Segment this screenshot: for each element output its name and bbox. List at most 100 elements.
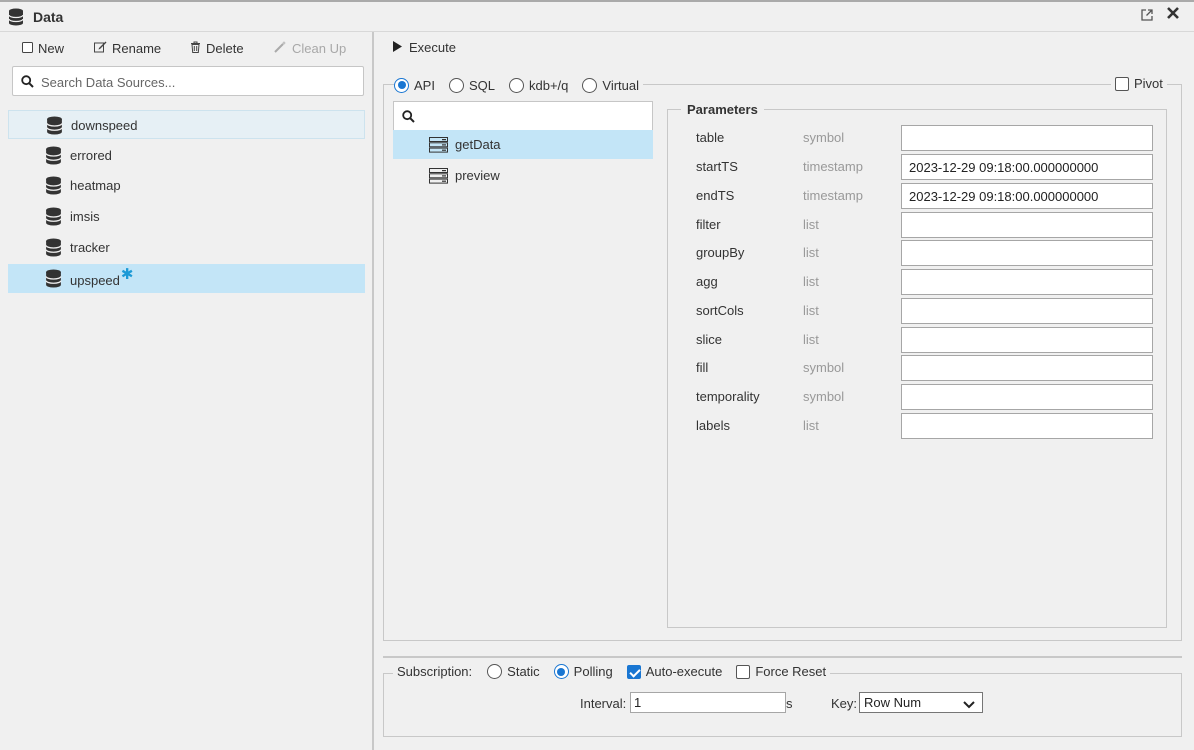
close-icon[interactable] [1166, 6, 1180, 25]
param-value-input[interactable] [901, 413, 1153, 439]
param-value-input[interactable] [901, 125, 1153, 151]
mode-api-radio[interactable]: API [394, 77, 435, 93]
server-icon [429, 137, 448, 156]
param-name: fill [696, 360, 709, 375]
key-label: Key: [831, 696, 858, 711]
magic-wand-icon [274, 41, 287, 56]
mode-label: kdb+/q [528, 77, 569, 93]
param-name: table [696, 130, 725, 145]
api-search-input[interactable] [422, 107, 647, 127]
mode-sql-radio[interactable]: SQL [448, 77, 495, 93]
data-source-item[interactable]: heatmap [8, 171, 365, 200]
param-name: temporality [696, 389, 760, 404]
search-data-sources [12, 66, 364, 96]
param-name: groupBy [696, 245, 745, 260]
param-value-input[interactable] [901, 298, 1153, 324]
interval-input[interactable]: 1 [630, 692, 786, 713]
delete-button-label: Delete [206, 41, 244, 56]
api-list-item[interactable]: getData [393, 130, 653, 159]
param-value-input[interactable]: 2023-12-29 09:18:00.000000000 [901, 183, 1153, 209]
force-reset-label: Force Reset [755, 664, 827, 679]
param-type: symbol [803, 389, 845, 404]
param-value-input[interactable] [901, 355, 1153, 381]
execute-button[interactable]: Execute [393, 40, 456, 55]
param-row: labels list [696, 413, 1156, 439]
param-value-input[interactable] [901, 269, 1153, 295]
data-source-item[interactable]: errored [8, 141, 365, 170]
api-list-label: getData [455, 137, 501, 152]
pivot-checkbox[interactable]: Pivot [1111, 76, 1167, 91]
param-value-input[interactable] [901, 240, 1153, 266]
divider[interactable] [383, 656, 1182, 658]
data-source-item[interactable]: upspeed✱ [8, 264, 365, 293]
key-select[interactable]: Row Num [859, 692, 983, 713]
static-radio[interactable]: Static [487, 664, 540, 679]
param-name: slice [696, 332, 723, 347]
param-row: groupBy list [696, 240, 1156, 266]
rename-button[interactable]: Rename [94, 41, 161, 56]
data-source-label: imsis [70, 209, 100, 224]
data-sources-panel: New Rename Delete Clean Up downspeed err… [0, 32, 372, 750]
radio-unchecked-icon [582, 77, 598, 93]
popout-icon[interactable] [1141, 9, 1153, 24]
radio-unchecked-icon [448, 77, 464, 93]
param-type: list [803, 274, 819, 289]
param-row: startTS timestamp 2023-12-29 09:18:00.00… [696, 154, 1156, 180]
mode-virtual-radio[interactable]: Virtual [582, 77, 640, 93]
server-icon [429, 168, 448, 187]
param-name: startTS [696, 159, 738, 174]
cleanup-button-label: Clean Up [292, 41, 347, 56]
data-source-label: upspeed✱ [70, 266, 133, 289]
database-icon [45, 238, 62, 260]
mode-label: Virtual [602, 77, 640, 93]
search-icon [21, 75, 34, 91]
cleanup-button[interactable]: Clean Up [274, 41, 346, 56]
database-icon [45, 269, 62, 291]
data-source-name: upspeed [70, 273, 120, 288]
parameters-title: Parameters [681, 102, 764, 117]
data-source-item[interactable]: imsis [8, 202, 365, 231]
force-reset-checkbox[interactable]: Force Reset [736, 664, 826, 679]
mode-label: API [414, 77, 435, 93]
param-row: filter list [696, 212, 1156, 238]
param-type: symbol [803, 360, 845, 375]
window-title: Data [33, 9, 64, 25]
param-row: table symbol [696, 125, 1156, 151]
param-row: agg list [696, 269, 1156, 295]
new-button-label: New [38, 41, 65, 56]
param-row: endTS timestamp 2023-12-29 09:18:00.0000… [696, 183, 1156, 209]
execute-button-label: Execute [409, 40, 456, 55]
new-button[interactable]: New [22, 41, 64, 56]
param-value-input[interactable] [901, 212, 1153, 238]
subscription-row: Subscription: Static Polling Auto-execut… [393, 664, 831, 679]
api-list-item[interactable]: preview [393, 161, 653, 190]
data-source-label: tracker [70, 240, 110, 255]
param-name: endTS [696, 188, 735, 203]
polling-radio[interactable]: Polling [553, 664, 613, 679]
param-type: list [803, 245, 819, 260]
auto-execute-checkbox[interactable]: Auto-execute [626, 664, 722, 679]
trash-icon [190, 41, 201, 56]
checkbox-checked-icon [626, 664, 641, 679]
param-type: list [803, 332, 819, 347]
polling-label: Polling [573, 664, 613, 679]
search-input[interactable] [41, 72, 356, 92]
param-row: slice list [696, 327, 1156, 353]
data-source-item[interactable]: downspeed [8, 110, 365, 139]
param-value-input[interactable]: 2023-12-29 09:18:00.000000000 [901, 154, 1153, 180]
edit-icon [94, 41, 107, 56]
database-icon [8, 8, 24, 29]
param-type: list [803, 418, 819, 433]
pivot-label: Pivot [1134, 76, 1163, 91]
param-type: symbol [803, 130, 845, 145]
database-icon [45, 146, 62, 168]
param-value-input[interactable] [901, 384, 1153, 410]
param-type: timestamp [803, 188, 863, 203]
mode-kdbq-radio[interactable]: kdb+/q [508, 77, 569, 93]
api-list-label: preview [455, 168, 500, 183]
chevron-down-icon [963, 697, 975, 712]
checkbox-unchecked-icon [736, 664, 751, 679]
delete-button[interactable]: Delete [190, 41, 244, 56]
data-source-item[interactable]: tracker [8, 233, 365, 262]
param-value-input[interactable] [901, 327, 1153, 353]
